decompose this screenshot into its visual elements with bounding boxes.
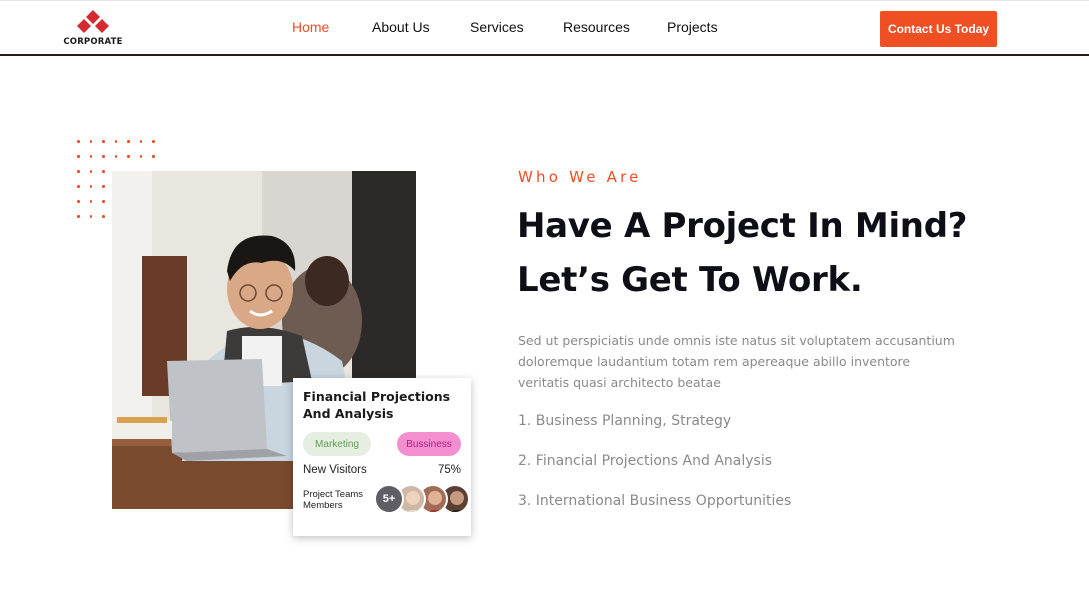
tag-marketing[interactable]: Marketing <box>303 432 371 456</box>
decorative-dot <box>127 155 130 158</box>
card-tags: Marketing Bussiness <box>303 432 461 456</box>
members-label: Project Teams Members <box>303 489 364 511</box>
decorative-dot <box>102 185 105 188</box>
headline-line-1: Have A Project In Mind? <box>517 206 968 246</box>
logo-text: CORPORATE <box>63 37 123 47</box>
headline-line-2: Let’s Get To Work. <box>517 260 863 300</box>
decorative-dot <box>102 200 105 203</box>
nav-services[interactable]: Services <box>470 19 524 35</box>
avatar-group: 5+ <box>374 484 470 514</box>
section-description: Sed ut perspiciatis unde omnis iste natu… <box>518 333 955 390</box>
decorative-dot <box>102 170 105 173</box>
section-eyebrow: Who We Are <box>518 168 642 186</box>
decorative-dot <box>89 170 92 173</box>
stat-label: New Visitors <box>303 464 367 476</box>
nav-home[interactable]: Home <box>292 19 329 35</box>
financial-card: Financial Projections And Analysis Marke… <box>293 378 471 536</box>
list-item: 2. Financial Projections And Analysis <box>518 453 773 469</box>
nav-projects[interactable]: Projects <box>667 19 718 35</box>
decorative-dot <box>77 140 80 143</box>
decorative-dot <box>114 155 117 158</box>
tag-business[interactable]: Bussiness <box>397 432 461 456</box>
nav-about-us[interactable]: About Us <box>372 19 430 35</box>
decorative-dot <box>152 155 155 158</box>
decorative-dot <box>89 140 92 143</box>
decorative-dot <box>77 215 80 218</box>
list-item: 3. International Business Opportunities <box>518 493 792 509</box>
decorative-dot <box>89 200 92 203</box>
logo[interactable]: CORPORATE <box>62 10 124 50</box>
decorative-dot <box>77 155 80 158</box>
decorative-dot <box>127 140 130 143</box>
decorative-dot <box>89 215 92 218</box>
visitors-stat: New Visitors 75% <box>303 464 461 480</box>
site-header: CORPORATE Home About Us Services Resourc… <box>0 0 1089 56</box>
decorative-dot <box>102 155 105 158</box>
stat-value: 75% <box>437 464 461 476</box>
decorative-dot <box>102 140 105 143</box>
service-list: 1. Business Planning, Strategy 2. Financ… <box>518 413 791 533</box>
decorative-dot <box>77 170 80 173</box>
decorative-dot <box>139 140 142 143</box>
team-members: Project Teams Members 5+ <box>303 484 470 514</box>
members-count-badge[interactable]: 5+ <box>374 484 404 514</box>
decorative-dot <box>139 155 142 158</box>
nav-resources[interactable]: Resources <box>563 19 630 35</box>
decorative-dot <box>89 155 92 158</box>
decorative-dot <box>89 185 92 188</box>
list-item: 1. Business Planning, Strategy <box>518 413 732 429</box>
logo-diamond-icon <box>77 10 109 33</box>
card-title: Financial Projections And Analysis <box>303 389 451 421</box>
section-headline: Have A Project In Mind? Let’s Get To Wor… <box>517 199 967 307</box>
decorative-dot <box>102 215 105 218</box>
decorative-dot <box>152 140 155 143</box>
decorative-dot <box>77 185 80 188</box>
decorative-dot <box>77 200 80 203</box>
decorative-dot <box>114 140 117 143</box>
contact-us-button[interactable]: Contact Us Today <box>880 11 997 47</box>
